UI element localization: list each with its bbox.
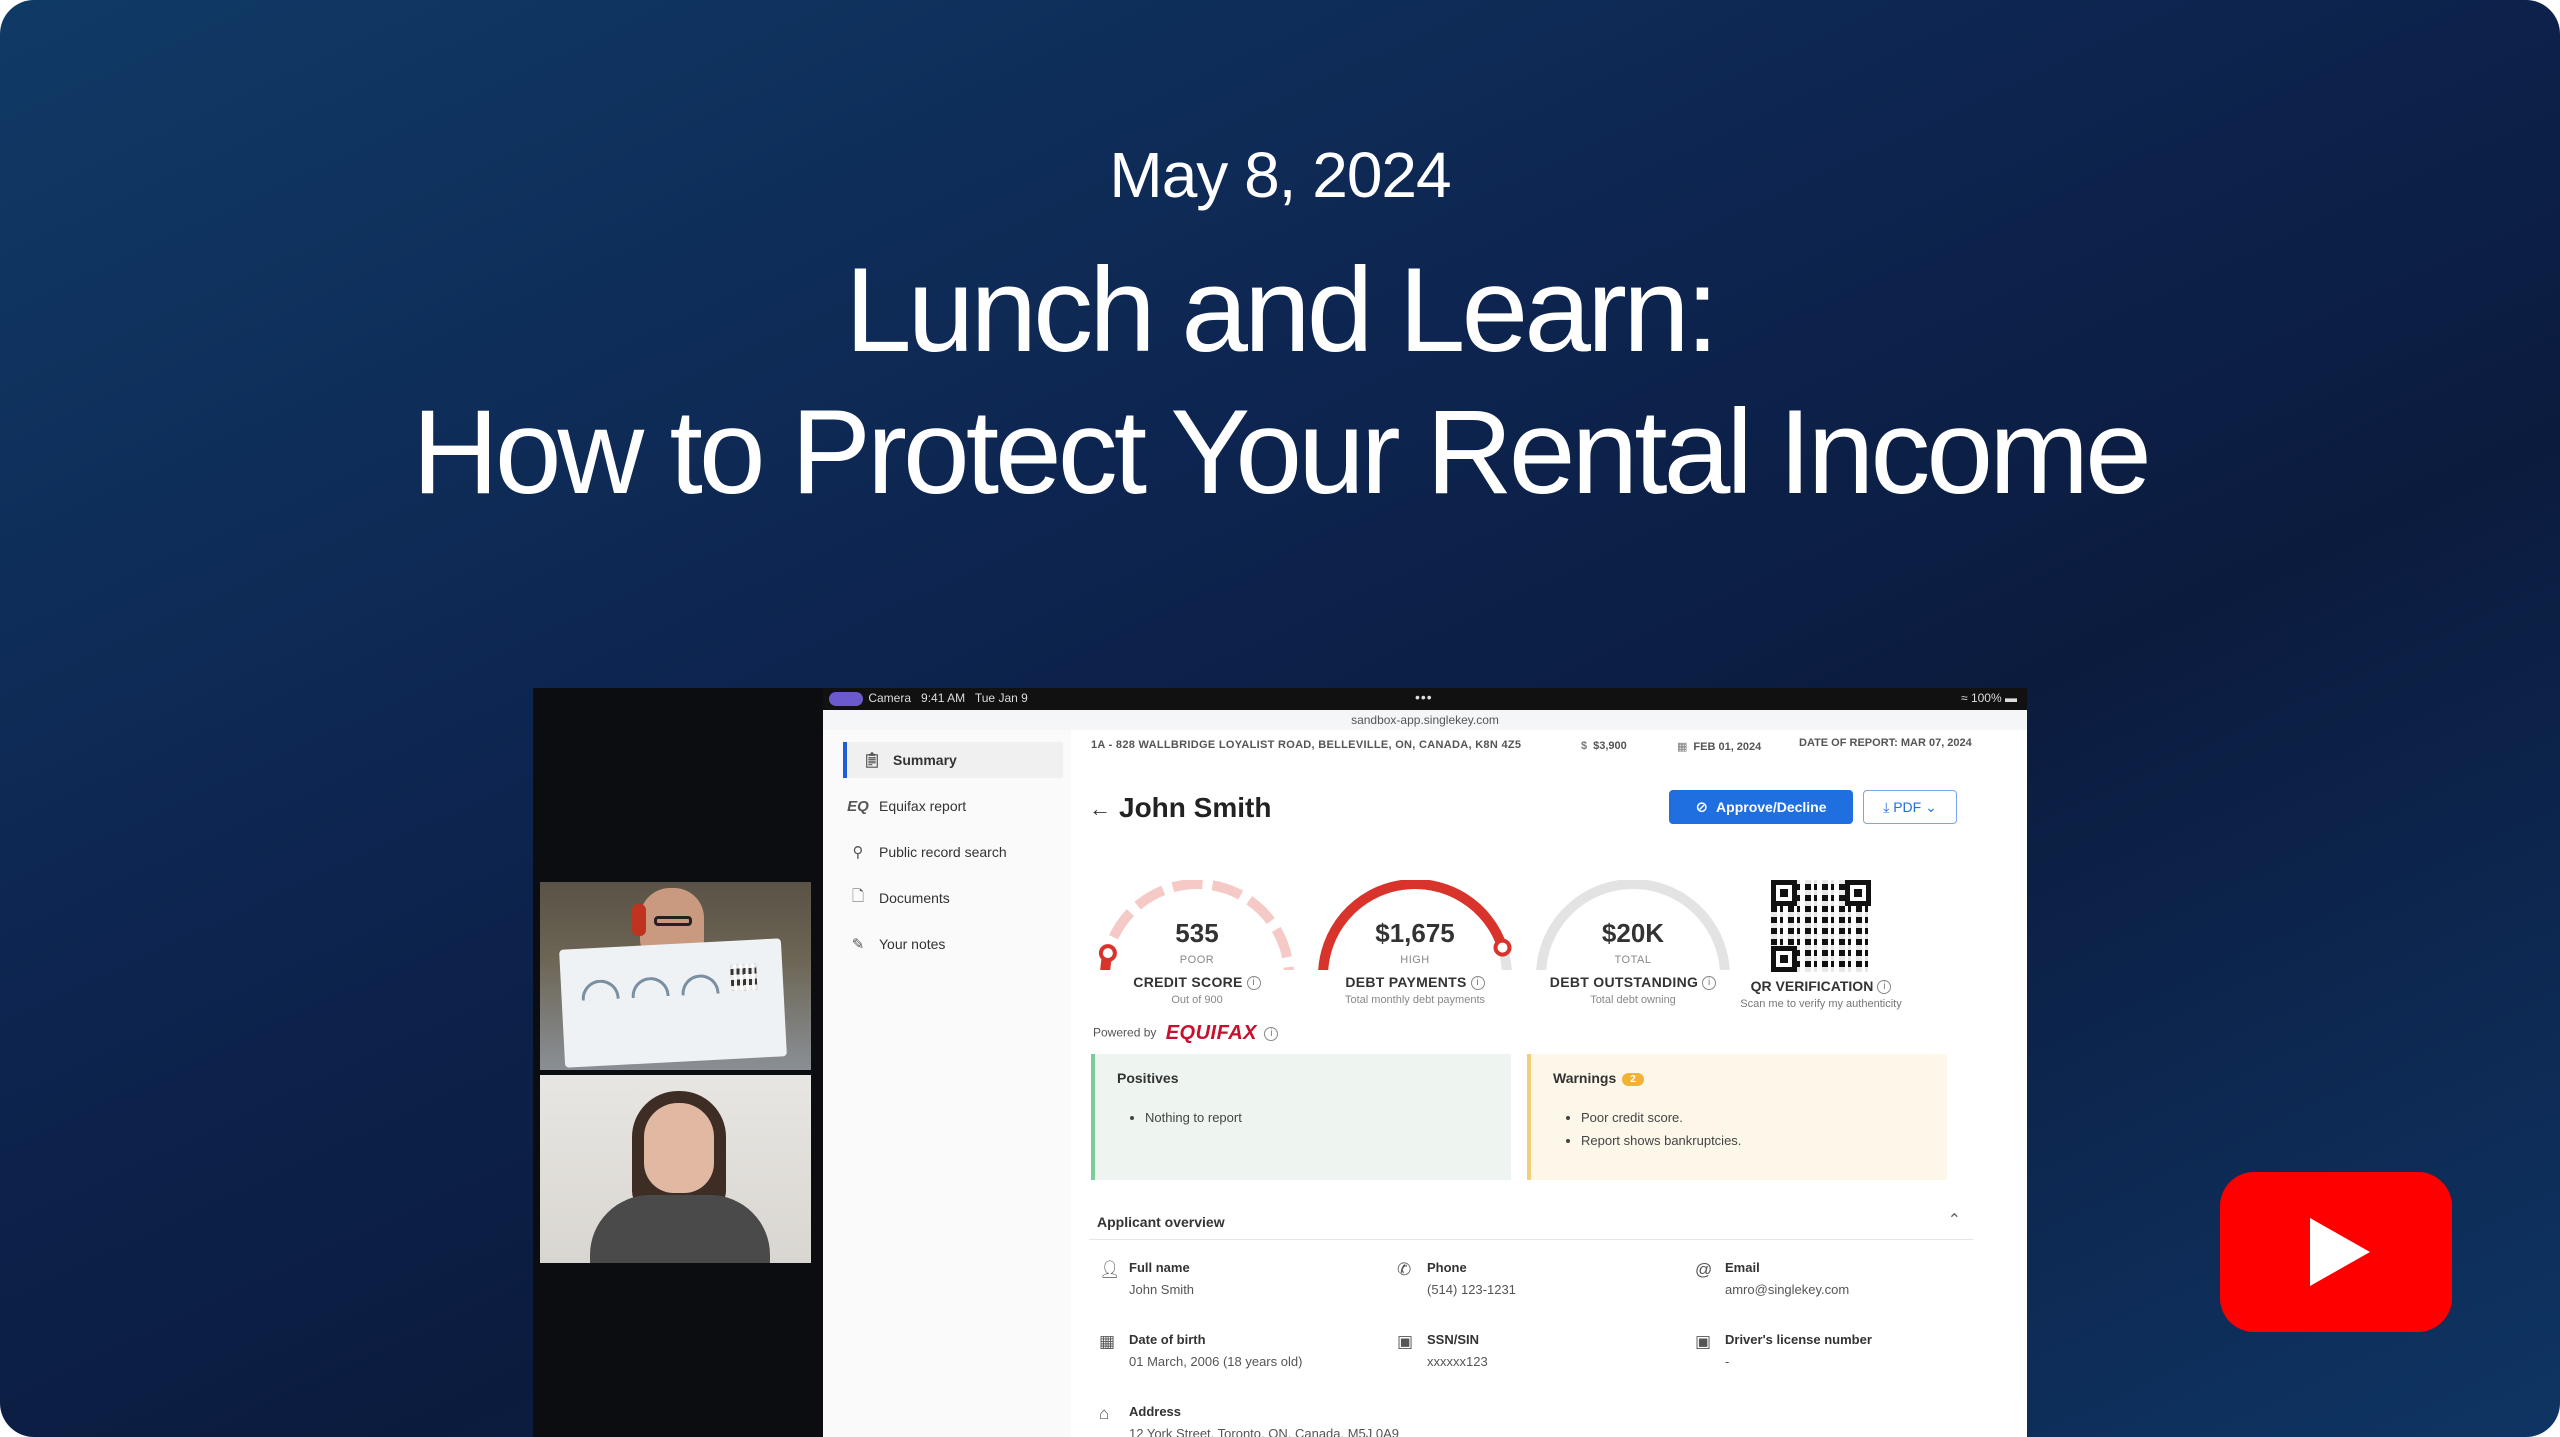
- person-search-icon: ⚲: [852, 844, 864, 861]
- qr-verification-label: QR VERIFICATION i: [1736, 978, 1906, 995]
- move-in-date: ▦ FEB 01, 2024: [1677, 741, 1762, 753]
- battery-icon: ▬: [2005, 691, 2017, 705]
- warning-item: Report shows bankruptcies.: [1581, 1129, 1741, 1152]
- id-card-icon: ▣: [1695, 1332, 1712, 1351]
- chevron-up-icon[interactable]: ⌃: [1948, 1210, 1961, 1230]
- chevron-down-icon: ⌄: [1921, 798, 1937, 815]
- thumbnail-card: May 8, 2024 Lunch and Learn: How to Prot…: [0, 0, 2560, 1437]
- pencil-icon: ✎: [851, 936, 865, 953]
- applicant-name: John Smith: [1119, 792, 1272, 823]
- warnings-panel: Warnings2 Poor credit score. Report show…: [1527, 1054, 1947, 1180]
- positives-panel: Positives Nothing to report: [1091, 1054, 1511, 1180]
- positive-item: Nothing to report: [1145, 1106, 1242, 1129]
- clipboard-icon: 📋︎: [862, 752, 882, 769]
- info-icon[interactable]: i: [1246, 976, 1261, 991]
- rent-amount: $ $3,900: [1581, 740, 1627, 752]
- download-icon: ⤓: [1883, 798, 1894, 815]
- eq-icon: EQ: [847, 797, 869, 815]
- property-address: 1A - 828 WALLBRIDGE LOYALIST ROAD, BELLE…: [1091, 739, 1522, 751]
- phone-icon: ✆: [1397, 1260, 1412, 1279]
- sidebar-item-your-notes[interactable]: ✎ Your notes: [847, 926, 1067, 962]
- participant-video-2: [540, 1075, 811, 1263]
- participant-video-1: [540, 882, 811, 1070]
- warnings-count-badge: 2: [1622, 1072, 1644, 1086]
- pdf-button[interactable]: ⤓ PDF ⌄: [1863, 790, 1957, 824]
- approve-decline-button[interactable]: ⊘ Approve/Decline: [1669, 790, 1853, 824]
- sidebar-item-documents[interactable]: 🗋︎ Documents: [847, 880, 1067, 916]
- screen-recording: Camera 9:41 AM Tue Jan 9 ••• ≈ 100% ▬ sa…: [533, 688, 2027, 1437]
- wifi-icon: ≈: [1961, 691, 1968, 705]
- equifax-logo: EQUIFAX: [1165, 1022, 1258, 1044]
- status-bar: Camera 9:41 AM Tue Jan 9 ••• ≈ 100% ▬: [823, 688, 2027, 710]
- printed-report: [559, 938, 787, 1068]
- sidebar-item-equifax-report[interactable]: EQ Equifax report: [847, 788, 1067, 824]
- qr-description: Scan me to verify my authenticity: [1740, 998, 1902, 1010]
- applicant-overview-header[interactable]: Applicant overview ⌃: [1089, 1204, 1973, 1240]
- info-icon[interactable]: i: [1702, 976, 1717, 991]
- document-icon: 🗋︎: [851, 887, 865, 905]
- warning-item: Poor credit score.: [1581, 1106, 1741, 1129]
- event-date: May 8, 2024: [1109, 139, 1451, 211]
- sidebar: 📋︎ Summary EQ Equifax report ⚲ Public re…: [823, 730, 1071, 1437]
- back-arrow-icon[interactable]: ←: [1089, 796, 1111, 822]
- youtube-play-button[interactable]: [2220, 1172, 2452, 1332]
- multitask-dots[interactable]: •••: [1415, 689, 1433, 705]
- sidebar-item-public-record-search[interactable]: ⚲ Public record search: [847, 834, 1067, 870]
- person-icon: 👤︎: [1099, 1260, 1121, 1279]
- video-column: [533, 688, 823, 1437]
- info-icon[interactable]: i: [1877, 980, 1892, 995]
- url-bar[interactable]: sandbox-app.singlekey.com: [823, 710, 2027, 730]
- participant-head: [644, 1103, 714, 1193]
- info-icon[interactable]: i: [1264, 1026, 1279, 1041]
- report-main: 1A - 828 WALLBRIDGE LOYALIST ROAD, BELLE…: [1071, 730, 2027, 1437]
- id-card-icon: ▣: [1397, 1332, 1414, 1351]
- approve-icon: ⊘: [1695, 799, 1709, 816]
- qr-code[interactable]: [1771, 880, 1871, 972]
- calendar-icon: ▦: [1099, 1332, 1116, 1351]
- title-line-1: Lunch and Learn:: [844, 243, 1719, 377]
- camera-pill: [829, 691, 863, 706]
- play-icon: [2310, 1218, 2370, 1286]
- title-line-2: How to Protect Your Rental Income: [412, 385, 2152, 519]
- tablet-screen: Camera 9:41 AM Tue Jan 9 ••• ≈ 100% ▬ sa…: [823, 688, 2027, 1437]
- powered-by-equifax: Powered by EQUIFAX i: [1093, 1022, 1279, 1045]
- at-icon: @: [1695, 1260, 1713, 1279]
- dollar-icon: $: [1581, 740, 1588, 752]
- sidebar-item-summary[interactable]: 📋︎ Summary: [843, 742, 1063, 778]
- date-of-report: DATE OF REPORT: MAR 07, 2024: [1799, 737, 1972, 749]
- info-icon[interactable]: i: [1470, 976, 1485, 991]
- home-icon: ⌂: [1099, 1404, 1110, 1423]
- calendar-icon: ▦: [1677, 741, 1688, 753]
